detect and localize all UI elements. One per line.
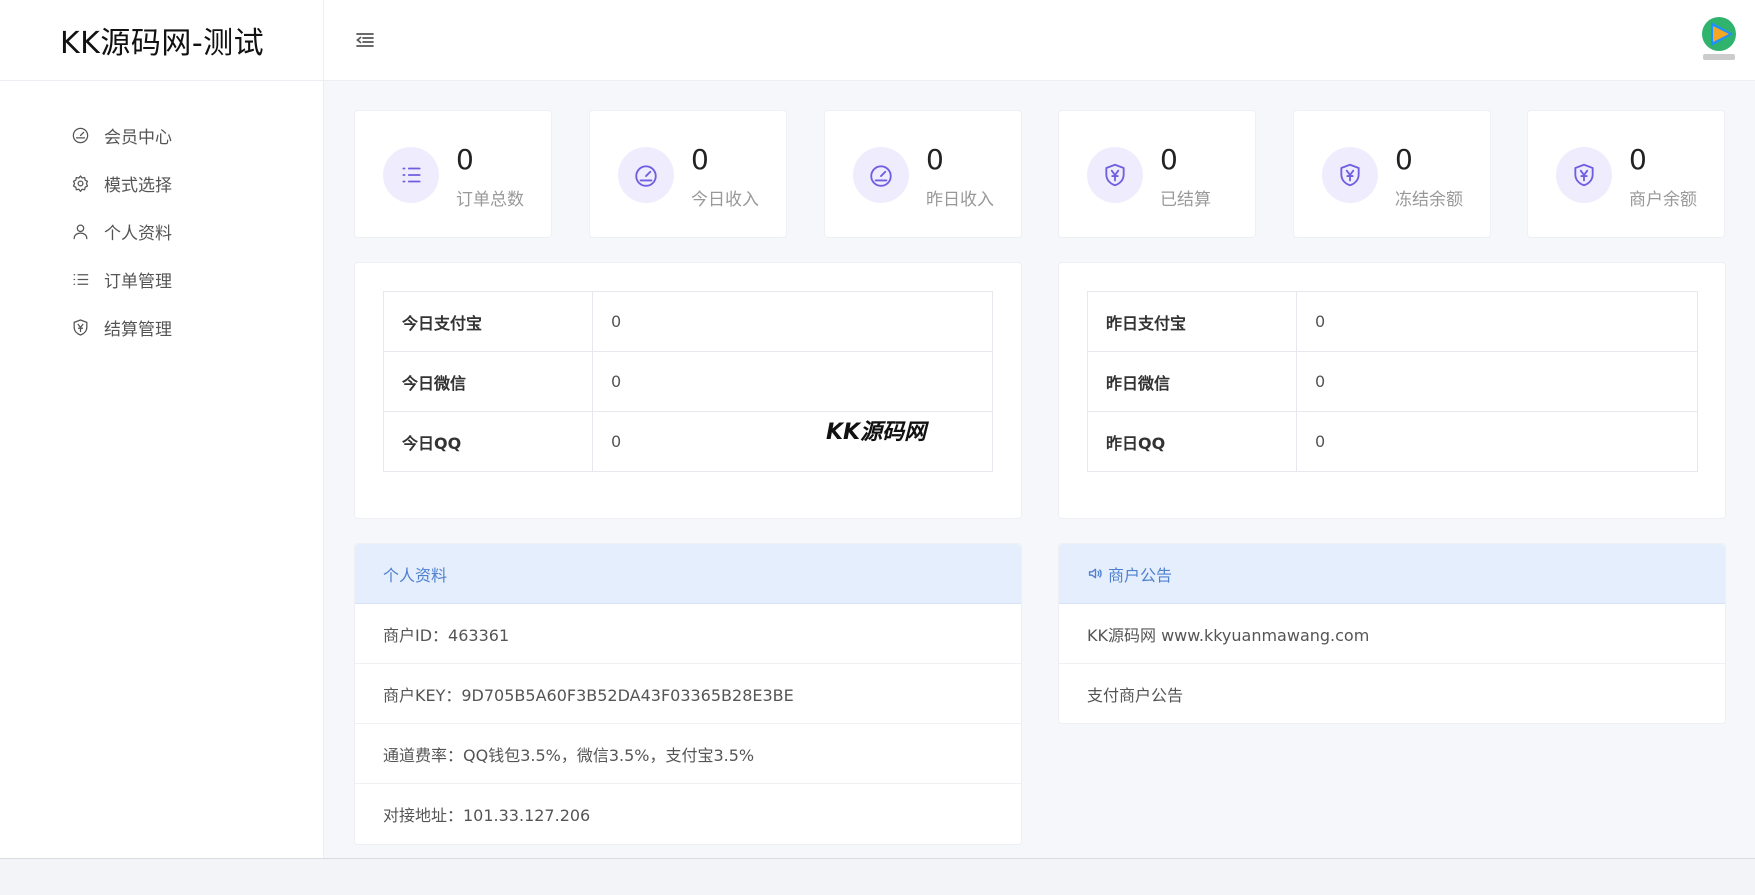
stat-label: 已结算: [1160, 190, 1211, 210]
stat-value: 0: [926, 143, 944, 176]
table-value: 0: [1296, 291, 1698, 352]
table-row: 昨日支付宝 0: [1087, 291, 1698, 352]
sidebar-item-label: 订单管理: [104, 271, 172, 292]
table-key: 今日支付宝: [383, 291, 593, 352]
stat-card-frozen-balance: 0 冻结余额: [1293, 110, 1491, 238]
stat-label: 冻结余额: [1395, 190, 1463, 210]
gear-icon: [70, 173, 90, 193]
table-key: 今日微信: [383, 351, 593, 412]
stat-value: 0: [456, 143, 474, 176]
stat-card-yesterday-income: 0 昨日收入: [824, 110, 1022, 238]
profile-api-address: 对接地址：101.33.127.206: [383, 806, 591, 825]
sidebar-item-member-center[interactable]: 会员中心: [0, 111, 323, 159]
main-content: 0 订单总数 0 今日收入 0 昨日收入 0 已结算 0 冻结余额 0 商户余额: [324, 82, 1755, 858]
speedometer-icon: [853, 147, 909, 203]
notice-item[interactable]: KK源码网 www.kkyuanmawang.com: [1059, 604, 1725, 664]
speedometer-icon: [618, 147, 674, 203]
stat-card-today-income: 0 今日收入: [589, 110, 787, 238]
stat-card-settled: 0 已结算: [1058, 110, 1256, 238]
stat-label: 商户余额: [1629, 190, 1697, 210]
table-key: 昨日QQ: [1087, 411, 1297, 472]
sidebar-item-orders[interactable]: 订单管理: [0, 255, 323, 303]
table-value: 0: [592, 291, 993, 352]
notice-card-title: 商户公告: [1108, 565, 1173, 585]
table-value: 0: [1296, 411, 1698, 472]
sidebar: KK源码网-测试 会员中心 模式选择 个人资料 订单管理 结算管理: [0, 0, 324, 858]
today-payments-panel: 今日支付宝 0 今日微信 0 今日QQ 0: [354, 262, 1022, 519]
stat-label: 今日收入: [691, 190, 759, 210]
top-bar: [324, 0, 1755, 81]
stat-value: 0: [1160, 143, 1178, 176]
stat-value: 0: [1395, 143, 1413, 176]
menu-toggle-icon[interactable]: [354, 29, 376, 51]
footer-bar: [0, 858, 1755, 895]
stat-label: 昨日收入: [926, 190, 994, 210]
stat-value: 0: [691, 143, 709, 176]
notice-card-header: 商户公告: [1059, 544, 1725, 604]
brand-title[interactable]: KK源码网-测试: [0, 0, 323, 81]
table-value: 0: [592, 411, 993, 472]
sidebar-item-settlement[interactable]: 结算管理: [0, 303, 323, 351]
notice-card: 商户公告 KK源码网 www.kkyuanmawang.com 支付商户公告: [1058, 543, 1726, 724]
table-key: 昨日支付宝: [1087, 291, 1297, 352]
sidebar-item-profile[interactable]: 个人资料: [0, 207, 323, 255]
table-row: 今日微信 0: [383, 351, 993, 412]
table-key: 今日QQ: [383, 411, 593, 472]
yesterday-payments-panel: 昨日支付宝 0 昨日微信 0 昨日QQ 0: [1058, 262, 1726, 519]
table-key: 昨日微信: [1087, 351, 1297, 412]
sidebar-item-label: 模式选择: [104, 175, 172, 196]
notice-item[interactable]: 支付商户公告: [1059, 664, 1725, 724]
stat-label: 订单总数: [456, 190, 524, 210]
shield-yen-icon: [1556, 147, 1612, 203]
shield-yen-icon: [1322, 147, 1378, 203]
sidebar-item-label: 结算管理: [104, 319, 172, 340]
stat-value: 0: [1629, 143, 1647, 176]
profile-channel-rates: 通道费率：QQ钱包3.5%，微信3.5%，支付宝3.5%: [355, 724, 1021, 784]
user-icon: [70, 221, 90, 241]
shield-yen-icon: [1087, 147, 1143, 203]
sidebar-menu: 会员中心 模式选择 个人资料 订单管理 结算管理: [0, 81, 323, 351]
table-row: 今日支付宝 0: [383, 291, 993, 352]
table-row: 昨日QQ 0: [1087, 411, 1698, 472]
profile-merchant-key: 商户KEY：9D705B5A60F3B52DA43F03365B28E3BE: [355, 664, 1021, 724]
shield-yen-icon: [70, 317, 90, 337]
stat-card-order-total: 0 订单总数: [354, 110, 552, 238]
table-value: 0: [592, 351, 993, 412]
list-icon: [383, 147, 439, 203]
sidebar-item-mode-select[interactable]: 模式选择: [0, 159, 323, 207]
profile-card-title: 个人资料: [355, 544, 1021, 604]
list-icon: [70, 269, 90, 289]
stat-card-merchant-balance: 0 商户余额: [1527, 110, 1725, 238]
profile-card: 个人资料 商户ID：463361 商户KEY：9D705B5A60F3B52DA…: [354, 543, 1022, 845]
speaker-icon: [1088, 568, 1102, 579]
dashboard-icon: [70, 125, 90, 145]
table-value: 0: [1296, 351, 1698, 412]
sidebar-item-label: 会员中心: [104, 127, 172, 148]
table-row: 昨日微信 0: [1087, 351, 1698, 412]
yesterday-payments-table: 昨日支付宝 0 昨日微信 0 昨日QQ 0: [1087, 291, 1698, 472]
avatar[interactable]: [1697, 14, 1741, 64]
profile-merchant-id: 商户ID：463361: [355, 604, 1021, 664]
watermark: KK源码网: [826, 420, 927, 445]
sidebar-item-label: 个人资料: [104, 223, 172, 244]
